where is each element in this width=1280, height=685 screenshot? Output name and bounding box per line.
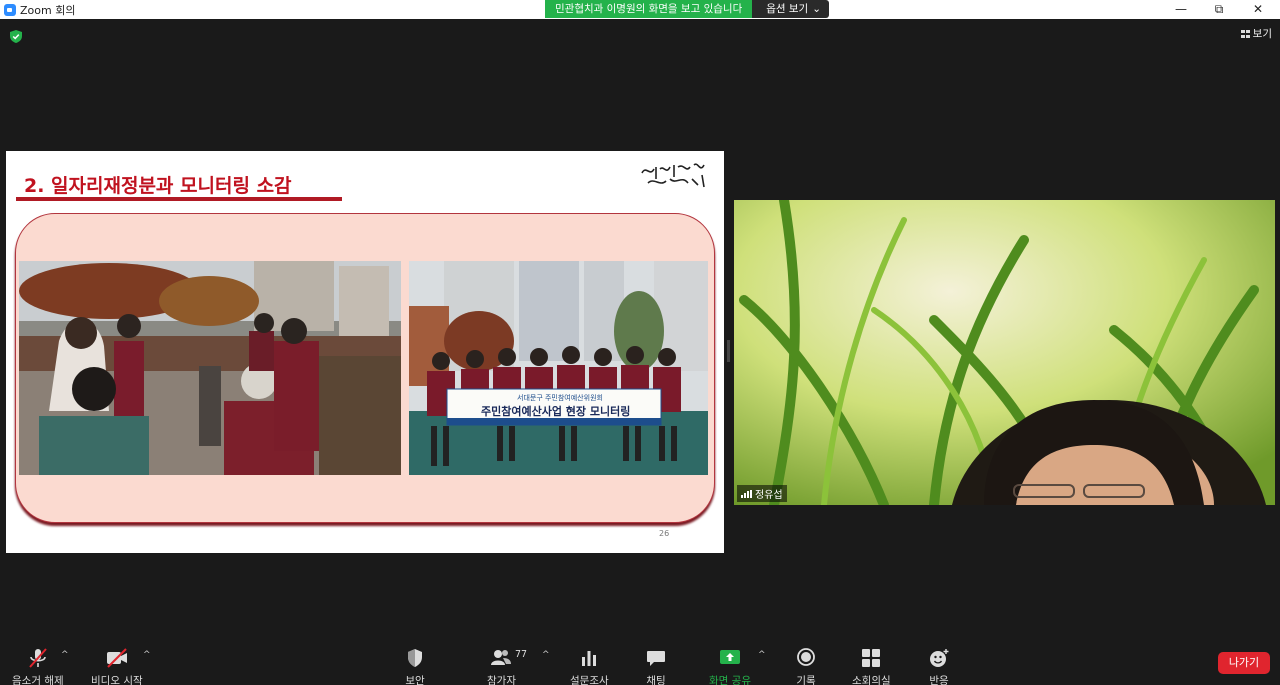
participants-label: 참가자 xyxy=(487,675,516,685)
security-label: 보안 xyxy=(405,675,425,685)
share-screen-button[interactable]: 화면 공유 xyxy=(709,648,751,685)
shield-icon xyxy=(408,649,422,667)
unmute-button[interactable]: 음소거 해제 xyxy=(12,648,64,685)
slide-page-number: 26 xyxy=(659,529,670,538)
record-icon xyxy=(797,648,815,666)
chat-bubble-icon xyxy=(647,651,665,666)
poll-chart-icon xyxy=(582,651,597,666)
chat-label: 채팅 xyxy=(646,675,666,685)
start-video-label: 비디오 시작 xyxy=(91,675,143,685)
unmute-label: 음소거 해제 xyxy=(12,675,64,685)
share-screen-label: 화면 공유 xyxy=(709,675,751,685)
polls-label: 설문조사 xyxy=(570,675,609,685)
view-options-button[interactable]: 옵션 보기 ⌄ xyxy=(752,0,830,18)
minimize-button[interactable]: — xyxy=(1166,1,1196,18)
share-options-caret[interactable]: ^ xyxy=(758,650,766,660)
view-layout-button[interactable]: 보기 xyxy=(1240,26,1272,41)
banner-main-text: 주민참여예산사업 현장 모니터링 xyxy=(481,405,631,418)
title-underline xyxy=(16,197,342,201)
shared-screen-slide: 2. 일자리재정분과 모니터링 소감 서대문구 주민참여예산위원회 주민참여예산… xyxy=(6,151,724,553)
close-button[interactable]: ✕ xyxy=(1243,1,1273,18)
reactions-label: 반응 xyxy=(929,675,949,685)
screen-share-banner: 민관협치과 이명원의 화면을 보고 있습니다 옵션 보기 ⌄ xyxy=(545,0,830,18)
window-title: Zoom 회의 xyxy=(20,4,76,17)
monitoring-photo-1 xyxy=(19,261,401,475)
video-off-icon xyxy=(106,648,127,668)
participants-options-caret[interactable]: ^ xyxy=(542,650,550,660)
participant-name-tag: 정유섭 xyxy=(737,485,787,502)
participant-name: 정유섭 xyxy=(755,490,783,501)
polls-button[interactable]: 설문조사 xyxy=(570,648,609,685)
security-button[interactable]: 보안 xyxy=(404,648,426,685)
grid-view-icon xyxy=(1240,29,1250,38)
record-button[interactable]: 기록 xyxy=(795,648,817,685)
breakout-rooms-button[interactable]: 소회의실 xyxy=(852,648,891,685)
share-status-text: 민관협치과 이명원의 화면을 보고 있습니다 xyxy=(545,0,753,18)
breakout-rooms-icon xyxy=(862,649,881,667)
slide-title: 2. 일자리재정분과 모니터링 소감 xyxy=(24,175,292,197)
share-screen-icon xyxy=(719,650,740,664)
signal-strength-icon xyxy=(741,489,752,498)
banner-small-text: 서대문구 주민참여예산위원회 xyxy=(517,394,603,402)
record-label: 기록 xyxy=(796,675,816,685)
app-title: Zoom 회의 xyxy=(4,2,75,18)
handwritten-logo xyxy=(641,163,705,188)
audio-options-caret[interactable]: ^ xyxy=(61,650,69,660)
reactions-button[interactable]: 반응 xyxy=(928,648,950,685)
restore-button[interactable]: ⧉ xyxy=(1204,1,1234,18)
emoji-reaction-icon xyxy=(930,649,949,667)
participants-icon xyxy=(491,650,512,665)
chevron-down-icon: ⌄ xyxy=(812,3,822,15)
breakout-rooms-label: 소회의실 xyxy=(852,675,891,685)
chat-button[interactable]: 채팅 xyxy=(645,648,667,685)
meeting-toolbar xyxy=(0,640,1280,685)
participant-video[interactable]: 정유섭 xyxy=(734,200,1275,505)
microphone-muted-icon xyxy=(29,648,47,668)
start-video-button[interactable]: 비디오 시작 xyxy=(91,648,143,685)
view-options-label: 옵션 보기 xyxy=(766,3,809,15)
zoom-logo-icon xyxy=(4,4,16,16)
encryption-shield-icon[interactable] xyxy=(10,30,22,43)
view-splitter-handle[interactable] xyxy=(727,340,730,362)
monitoring-photo-2: 서대문구 주민참여예산위원회 주민참여예산사업 현장 모니터링 xyxy=(409,261,708,475)
participants-count: 77 xyxy=(515,649,528,660)
view-layout-label: 보기 xyxy=(1252,28,1272,40)
leave-meeting-button[interactable]: 나가기 xyxy=(1218,652,1270,674)
video-options-caret[interactable]: ^ xyxy=(143,650,151,660)
participants-button[interactable]: 참가자 xyxy=(487,648,516,685)
